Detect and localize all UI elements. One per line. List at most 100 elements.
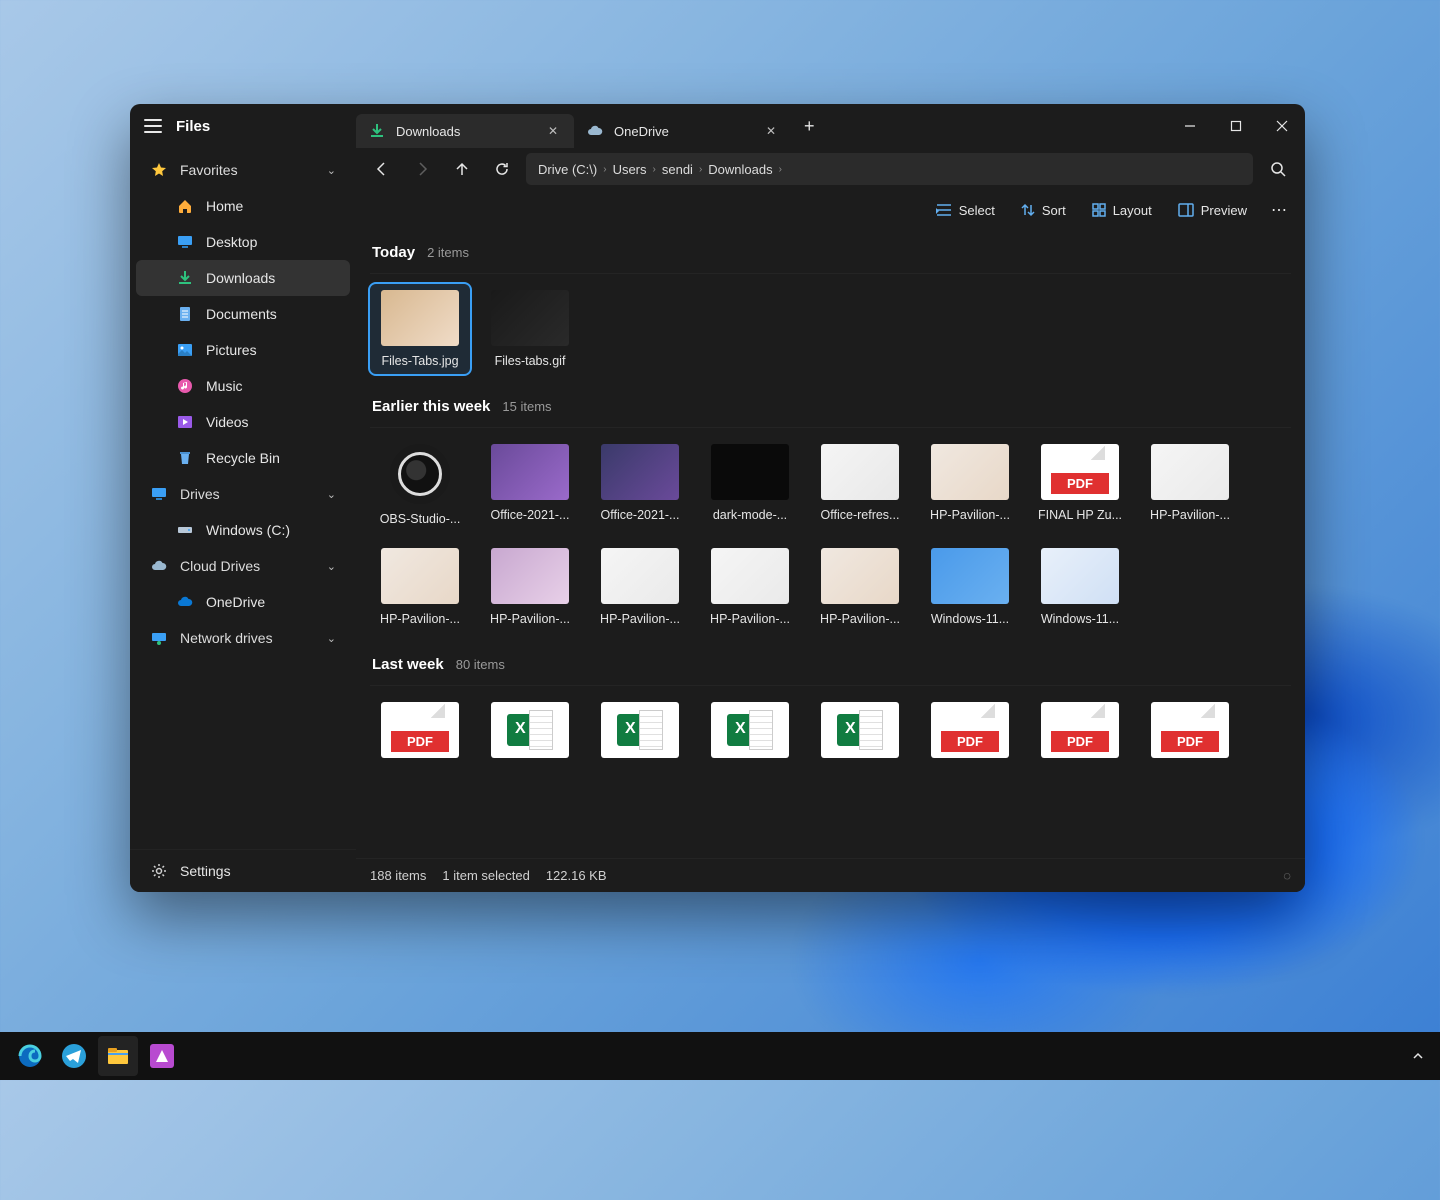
doc-icon <box>176 305 194 323</box>
sidebar-item-label: OneDrive <box>206 594 265 610</box>
file-name: HP-Pavilion-... <box>1142 508 1238 522</box>
sidebar-section-drives[interactable]: Drives⌄ <box>130 476 356 512</box>
maximize-button[interactable] <box>1213 109 1259 143</box>
group-title: Today <box>372 244 415 261</box>
file-thumbnail <box>381 548 459 604</box>
group-header[interactable]: Earlier this week15 items <box>370 388 1291 428</box>
sidebar-item-desktop[interactable]: Desktop <box>136 224 350 260</box>
tab-downloads[interactable]: Downloads✕ <box>356 114 574 148</box>
sidebar-item-downloads[interactable]: Downloads <box>136 260 350 296</box>
taskbar-telegram-icon[interactable] <box>54 1036 94 1076</box>
file-content-area: Today2 items Files-Tabs.jpg Files-tabs.gif… <box>356 230 1305 858</box>
file-item[interactable]: HP-Pavilion-... <box>920 438 1020 532</box>
group-header[interactable]: Today2 items <box>370 234 1291 274</box>
group-header[interactable]: Last week80 items <box>370 646 1291 686</box>
sidebar-item-label: Windows (C:) <box>206 522 290 538</box>
file-item[interactable] <box>1140 696 1240 772</box>
file-item[interactable] <box>1030 696 1130 772</box>
sidebar-section-cloud-drives[interactable]: Cloud Drives ⌄ <box>130 548 356 584</box>
section-title: Cloud Drives <box>180 558 260 574</box>
monitor-icon <box>150 485 168 503</box>
hamburger-icon[interactable] <box>144 119 162 133</box>
sort-button[interactable]: Sort <box>1011 197 1076 224</box>
sidebar-item-documents[interactable]: Documents <box>136 296 350 332</box>
sidebar-item-label: Downloads <box>206 270 275 286</box>
chevron-down-icon: ⌄ <box>327 560 336 573</box>
loading-spinner-icon: ◌ <box>1283 868 1291 883</box>
breadcrumb-segment[interactable]: Downloads <box>708 162 772 177</box>
file-item[interactable] <box>810 696 910 772</box>
select-button[interactable]: Select <box>926 197 1005 224</box>
preview-button[interactable]: Preview <box>1168 197 1257 224</box>
tab-close-icon[interactable]: ✕ <box>762 122 780 140</box>
file-item[interactable]: Windows-11... <box>920 542 1020 632</box>
file-thumbnail <box>821 548 899 604</box>
section-title: Network drives <box>180 630 273 646</box>
file-item[interactable]: Office-2021-... <box>590 438 690 532</box>
file-item[interactable]: Office-2021-... <box>480 438 580 532</box>
sidebar-item-windows-c-[interactable]: Windows (C:) <box>136 512 350 548</box>
file-item[interactable]: Files-Tabs.jpg <box>370 284 470 374</box>
file-name: HP-Pavilion-... <box>812 612 908 626</box>
file-thumbnail <box>491 548 569 604</box>
file-item[interactable]: Office-refres... <box>810 438 910 532</box>
settings-button[interactable]: Settings <box>130 849 356 892</box>
net-icon <box>150 629 168 647</box>
chevron-down-icon: ⌄ <box>327 164 336 177</box>
minimize-button[interactable] <box>1167 109 1213 143</box>
sidebar-item-recycle-bin[interactable]: Recycle Bin <box>136 440 350 476</box>
status-size: 122.16 KB <box>546 868 607 883</box>
file-item[interactable]: HP-Pavilion-... <box>370 542 470 632</box>
layout-button[interactable]: Layout <box>1082 197 1162 224</box>
file-item[interactable]: HP-Pavilion-... <box>1140 438 1240 532</box>
close-button[interactable] <box>1259 109 1305 143</box>
taskbar-edge-icon[interactable] <box>10 1036 50 1076</box>
up-button[interactable] <box>446 153 478 185</box>
sidebar-item-music[interactable]: Music <box>136 368 350 404</box>
section-title: Drives <box>180 486 220 502</box>
tab-onedrive[interactable]: OneDrive✕ <box>574 114 792 148</box>
file-name: OBS-Studio-... <box>372 512 468 526</box>
file-item[interactable] <box>480 696 580 772</box>
file-item[interactable]: HP-Pavilion-... <box>480 542 580 632</box>
file-item[interactable]: Files-tabs.gif <box>480 284 580 374</box>
breadcrumb-segment[interactable]: Drive (C:\) <box>538 162 597 177</box>
more-button[interactable]: ⋯ <box>1263 194 1295 226</box>
file-item[interactable]: dark-mode-... <box>700 438 800 532</box>
file-name: HP-Pavilion-... <box>592 612 688 626</box>
breadcrumb[interactable]: Drive (C:\)›Users›sendi›Downloads› <box>526 153 1253 185</box>
back-button[interactable] <box>366 153 398 185</box>
file-item[interactable] <box>920 696 1020 772</box>
refresh-button[interactable] <box>486 153 518 185</box>
file-thumbnail <box>711 702 789 758</box>
sidebar-section-favorites[interactable]: Favorites⌄ <box>130 152 356 188</box>
file-item[interactable] <box>700 696 800 772</box>
taskbar-files-icon[interactable] <box>98 1036 138 1076</box>
sidebar-item-pictures[interactable]: Pictures <box>136 332 350 368</box>
sidebar-item-home[interactable]: Home <box>136 188 350 224</box>
new-tab-button[interactable]: + <box>792 116 827 137</box>
sidebar-item-onedrive[interactable]: OneDrive <box>136 584 350 620</box>
forward-button[interactable] <box>406 153 438 185</box>
tab-close-icon[interactable]: ✕ <box>544 122 562 140</box>
file-item[interactable]: HP-Pavilion-... <box>810 542 910 632</box>
file-item[interactable]: Windows-11... <box>1030 542 1130 632</box>
file-item[interactable] <box>370 696 470 772</box>
taskbar-app-icon[interactable] <box>142 1036 182 1076</box>
chevron-right-icon: › <box>699 164 702 175</box>
file-item[interactable]: HP-Pavilion-... <box>590 542 690 632</box>
sidebar-item-videos[interactable]: Videos <box>136 404 350 440</box>
system-tray[interactable] <box>1404 1050 1432 1062</box>
breadcrumb-segment[interactable]: Users <box>613 162 647 177</box>
file-name: Files-Tabs.jpg <box>372 354 468 368</box>
file-item[interactable]: FINAL HP Zu... <box>1030 438 1130 532</box>
search-button[interactable] <box>1261 153 1295 185</box>
breadcrumb-segment[interactable]: sendi <box>662 162 693 177</box>
file-item[interactable]: OBS-Studio-... <box>370 438 470 532</box>
file-item[interactable]: HP-Pavilion-... <box>700 542 800 632</box>
file-thumbnail <box>711 548 789 604</box>
chevron-down-icon: ⌄ <box>327 632 336 645</box>
file-item[interactable] <box>590 696 690 772</box>
sidebar-section-network-drives[interactable]: Network drives ⌄ <box>130 620 356 656</box>
file-thumbnail <box>1151 702 1229 758</box>
